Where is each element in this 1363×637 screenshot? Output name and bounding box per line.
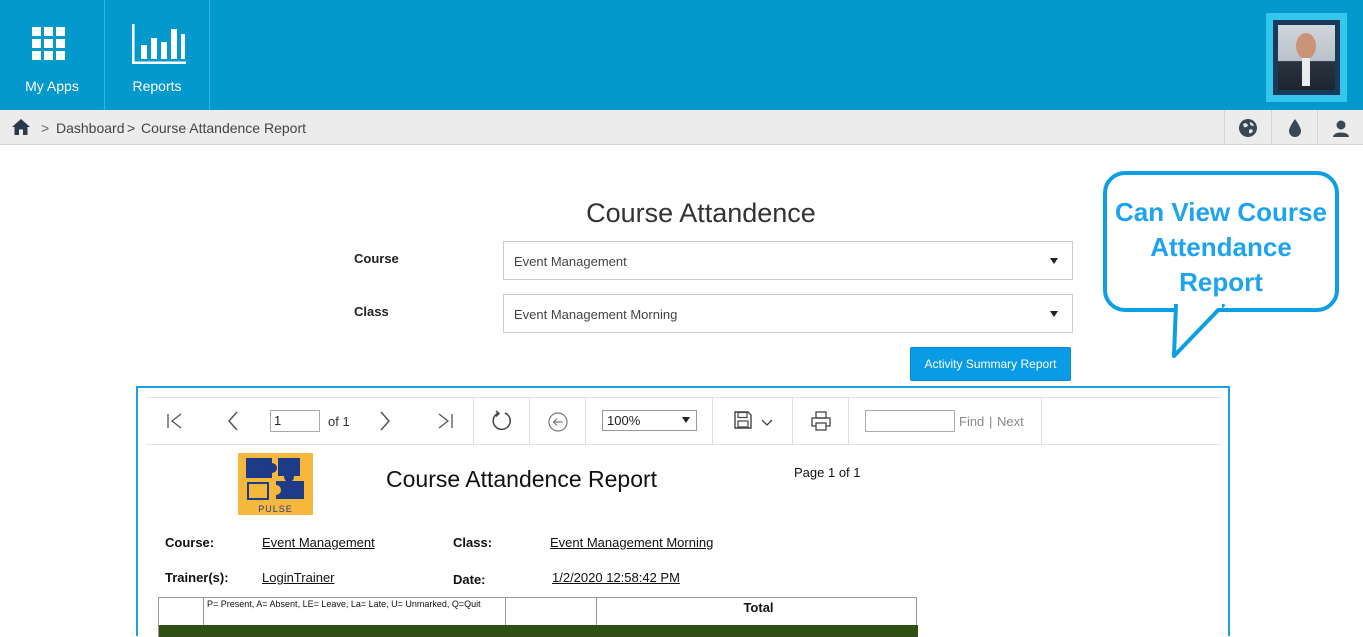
first-page-icon[interactable]: [166, 413, 184, 429]
pulse-logo: PULSE: [238, 453, 313, 515]
refresh-icon[interactable]: [491, 410, 513, 432]
find-input[interactable]: [865, 410, 955, 432]
language-button[interactable]: [1224, 110, 1270, 145]
chevron-down-icon[interactable]: [761, 419, 773, 427]
reports-label: Reports: [132, 78, 182, 94]
breadcrumb: > Dashboard > Course Attandence Report: [0, 110, 1363, 145]
report-viewer: 1 of 1 100% Find | Next PULSE Course Att…: [136, 386, 1230, 637]
class-select-value: Event Management Morning: [514, 307, 678, 322]
caret-down-icon: [1050, 311, 1058, 317]
my-apps-tile[interactable]: My Apps: [0, 0, 105, 110]
caret-down-icon: [1050, 258, 1058, 264]
breadcrumb-current: Course Attandence Report: [141, 120, 306, 136]
last-page-icon[interactable]: [436, 413, 454, 429]
report-trainer-value[interactable]: LoginTrainer: [262, 570, 335, 585]
avatar-photo: [1278, 25, 1335, 90]
page-number-input[interactable]: 1: [270, 410, 320, 432]
puzzle-logo-icon: [246, 458, 304, 500]
callout-tail: [1172, 304, 1226, 358]
logo-text: PULSE: [258, 504, 293, 514]
save-icon[interactable]: [734, 411, 752, 429]
course-label: Course: [354, 251, 399, 266]
attendance-table: P= Present, A= Absent, LE= Leave, La= La…: [158, 597, 918, 637]
report-date-value[interactable]: 1/2/2020 12:58:42 PM: [552, 570, 680, 585]
bar-chart-icon: [132, 24, 186, 64]
attendance-legend: P= Present, A= Absent, LE= Leave, La= La…: [207, 599, 481, 609]
zoom-select[interactable]: 100%: [602, 410, 697, 431]
next-page-icon[interactable]: [378, 411, 392, 431]
water-drop-icon: [1289, 119, 1301, 137]
report-course-value[interactable]: Event Management: [262, 535, 375, 550]
previous-page-icon[interactable]: [226, 411, 240, 431]
report-class-label: Class:: [453, 535, 493, 550]
total-header: Total: [743, 600, 774, 615]
report-class-value[interactable]: Event Management Morning: [550, 535, 713, 550]
top-app-bar: My Apps Reports: [0, 0, 1363, 110]
user-avatar[interactable]: [1266, 13, 1347, 102]
course-select-value: Event Management: [514, 254, 627, 269]
breadcrumb-separator: >: [127, 120, 136, 136]
report-toolbar: 1 of 1 100% Find | Next: [146, 397, 1221, 445]
profile-button[interactable]: [1317, 110, 1363, 145]
find-link[interactable]: Find: [959, 414, 984, 429]
report-date-label: Date:: [453, 572, 486, 587]
breadcrumb-dashboard-link[interactable]: Dashboard: [56, 120, 125, 136]
apps-grid-icon: [32, 27, 66, 61]
home-icon[interactable]: [11, 118, 31, 136]
activity-summary-report-button[interactable]: Activity Summary Report: [910, 347, 1071, 381]
report-trainer-label: Trainer(s):: [165, 570, 229, 585]
globe-icon: [1239, 119, 1257, 137]
my-apps-label: My Apps: [25, 78, 79, 94]
zoom-value: 100%: [607, 413, 641, 428]
find-separator: |: [989, 414, 993, 429]
user-icon: [1333, 120, 1349, 137]
print-icon[interactable]: [810, 410, 832, 432]
report-title: Course Attandence Report: [386, 466, 658, 492]
class-label: Class: [354, 304, 389, 319]
page-count-text: of 1: [328, 414, 350, 429]
course-select[interactable]: Event Management: [503, 241, 1073, 280]
report-page-number: Page 1 of 1: [794, 465, 861, 480]
breadcrumb-separator: >: [41, 120, 50, 136]
callout-line: Report: [1179, 267, 1263, 297]
table-header-row: [159, 625, 918, 637]
next-link[interactable]: Next: [997, 414, 1024, 429]
class-select[interactable]: Event Management Morning: [503, 294, 1073, 333]
theme-button[interactable]: [1271, 110, 1317, 145]
reports-tile[interactable]: Reports: [105, 0, 210, 110]
caret-down-icon: [682, 417, 690, 423]
callout-bubble: Can View Course Attendance Report: [1103, 171, 1339, 312]
page-title: Course Attandence: [586, 198, 816, 228]
back-to-parent-icon[interactable]: [547, 411, 569, 433]
callout-line: Attendance: [1150, 232, 1292, 262]
report-course-label: Course:: [165, 535, 215, 550]
callout-line: Can View Course: [1115, 197, 1327, 227]
